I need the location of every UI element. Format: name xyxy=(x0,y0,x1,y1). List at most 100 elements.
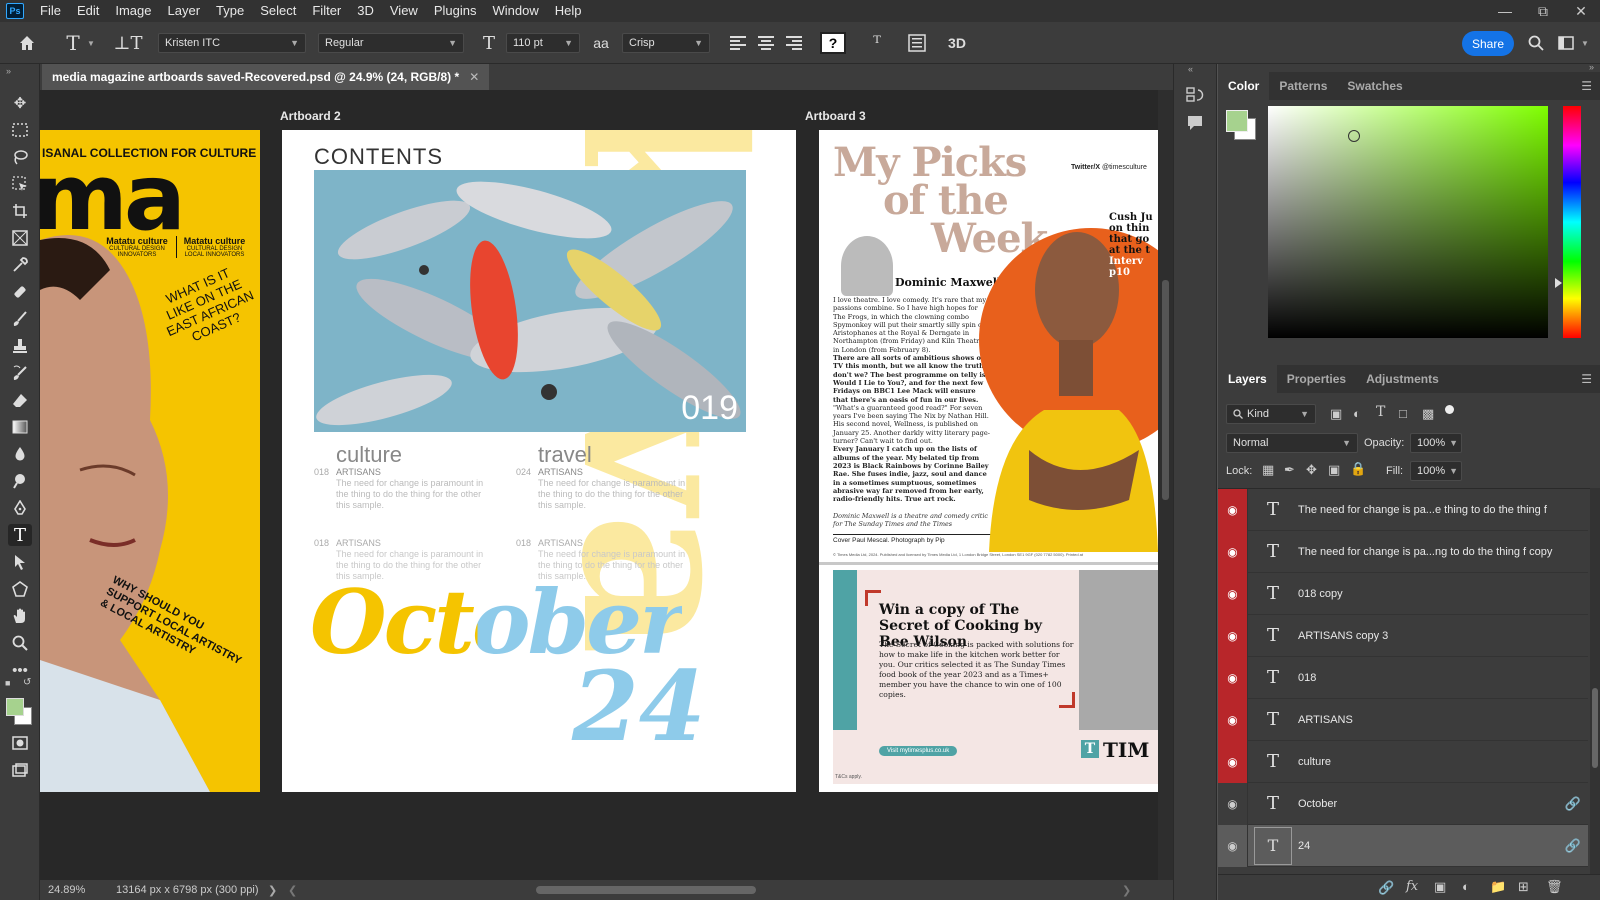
menu-type[interactable]: Type xyxy=(208,0,252,22)
fill-input[interactable]: 100% ▼ xyxy=(1410,461,1462,481)
warp-text-icon[interactable]: ᵀ xyxy=(866,32,888,54)
type-tool-preset-icon[interactable]: T xyxy=(62,31,84,55)
document-tab[interactable]: media magazine artboards saved-Recovered… xyxy=(42,64,490,90)
type-tool-icon[interactable]: T xyxy=(8,524,32,546)
dodge-tool-icon[interactable] xyxy=(8,470,32,492)
zoom-tool-icon[interactable] xyxy=(8,632,32,654)
adjustment-layer-icon[interactable]: ◐ xyxy=(1462,879,1470,894)
tab-properties[interactable]: Properties xyxy=(1277,365,1356,393)
layer-row[interactable]: ◉ T October 🔗 xyxy=(1218,782,1588,825)
eye-icon[interactable]: ◉ xyxy=(1218,824,1248,867)
menu-window[interactable]: Window xyxy=(484,0,546,22)
tab-color[interactable]: Color xyxy=(1218,72,1270,100)
chevron-down-icon[interactable]: ▼ xyxy=(86,38,96,48)
lasso-tool-icon[interactable] xyxy=(8,146,32,168)
status-expand-icon[interactable]: ❯ xyxy=(268,884,277,897)
expand-panels-icon[interactable]: « xyxy=(1188,64,1193,74)
chevron-down-icon[interactable]: ▼ xyxy=(1580,38,1590,48)
menu-filter[interactable]: Filter xyxy=(304,0,349,22)
history-brush-tool-icon[interactable] xyxy=(8,362,32,384)
filter-shape-icon[interactable]: □ xyxy=(1399,406,1407,421)
filter-pixel-icon[interactable]: ▣ xyxy=(1330,406,1342,422)
eyedropper-tool-icon[interactable] xyxy=(8,254,32,276)
eye-icon[interactable]: ◉ xyxy=(1218,782,1248,825)
eye-icon[interactable]: ◉ xyxy=(1218,740,1248,783)
blend-mode-select[interactable]: Normal ▼ xyxy=(1226,433,1358,453)
comments-panel-icon[interactable] xyxy=(1186,114,1204,135)
layers-scrollbar-thumb[interactable] xyxy=(1592,688,1598,768)
hue-slider[interactable] xyxy=(1563,106,1581,338)
eye-icon[interactable]: ◉ xyxy=(1218,656,1248,699)
search-icon[interactable] xyxy=(1526,33,1546,53)
layer-filter-kind[interactable]: Kind ▼ xyxy=(1226,404,1316,424)
tab-swatches[interactable]: Swatches xyxy=(1337,72,1412,100)
lock-artboard-icon[interactable]: ▣ xyxy=(1328,462,1340,478)
layer-row[interactable]: ◉ T ARTISANS copy 3 xyxy=(1218,614,1588,657)
hand-tool-icon[interactable] xyxy=(8,605,32,627)
lock-transparent-icon[interactable]: ▦ xyxy=(1262,462,1274,478)
opacity-input[interactable]: 100% ▼ xyxy=(1410,433,1462,453)
scroll-right-icon[interactable]: ❯ xyxy=(1122,884,1131,897)
artboard-2-label[interactable]: Artboard 2 xyxy=(280,109,341,123)
link-icon[interactable]: 🔗 xyxy=(1558,796,1588,812)
toggle-orientation-icon[interactable]: ⊥T xyxy=(114,32,143,54)
menu-select[interactable]: Select xyxy=(252,0,304,22)
minimize-icon[interactable]: — xyxy=(1486,0,1524,22)
restore-icon[interactable]: ⧉ xyxy=(1524,0,1562,22)
lock-position-icon[interactable]: ✥ xyxy=(1306,462,1317,478)
artboard-3-label[interactable]: Artboard 3 xyxy=(805,109,866,123)
object-selection-tool-icon[interactable] xyxy=(8,173,32,195)
blur-tool-icon[interactable] xyxy=(8,443,32,465)
home-icon[interactable] xyxy=(16,32,38,54)
eye-icon[interactable]: ◉ xyxy=(1218,489,1248,531)
text-color-swatch-icon[interactable]: ? xyxy=(820,32,846,54)
layer-row-selected[interactable]: ◉ T 24 🔗 xyxy=(1218,824,1588,867)
menu-view[interactable]: View xyxy=(382,0,426,22)
link-layers-icon[interactable]: 🔗 xyxy=(1378,880,1394,896)
frame-tool-icon[interactable] xyxy=(8,227,32,249)
collapse-dock-icon[interactable]: » xyxy=(1589,62,1594,72)
layer-row[interactable]: ◉ T ARTISANS xyxy=(1218,698,1588,741)
scrollbar-thumb[interactable] xyxy=(1162,280,1169,500)
character-panel-icon[interactable] xyxy=(906,32,928,54)
move-tool-icon[interactable]: ✥ xyxy=(8,92,32,114)
healing-brush-tool-icon[interactable] xyxy=(8,281,32,303)
filter-toggle-icon[interactable] xyxy=(1445,405,1454,414)
layer-row[interactable]: ◉ T 018 xyxy=(1218,656,1588,699)
color-panel-menu-icon[interactable]: ☰ xyxy=(1581,79,1592,93)
canvas-area[interactable]: Artboard 2 Artboard 3 ISANAL COLLECTION … xyxy=(40,90,1158,880)
lock-all-icon[interactable]: 🔒 xyxy=(1350,461,1366,477)
color-panel-foreground-swatch[interactable] xyxy=(1226,110,1248,132)
eye-icon[interactable]: ◉ xyxy=(1218,530,1248,573)
menu-plugins[interactable]: Plugins xyxy=(426,0,485,22)
quick-mask-icon[interactable] xyxy=(8,732,32,754)
3d-icon[interactable]: 3D xyxy=(944,32,970,54)
layer-row[interactable]: ◉ T The need for change is pa...ng to do… xyxy=(1218,530,1588,573)
align-center-icon[interactable] xyxy=(756,34,776,52)
add-mask-icon[interactable]: ▣ xyxy=(1434,879,1446,895)
eye-icon[interactable]: ◉ xyxy=(1218,614,1248,657)
marquee-tool-icon[interactable] xyxy=(8,119,32,141)
layers-panel-menu-icon[interactable]: ☰ xyxy=(1581,372,1592,386)
layer-row[interactable]: ◉ T 018 copy xyxy=(1218,572,1588,615)
canvas-vertical-scrollbar[interactable] xyxy=(1158,90,1173,880)
artboard-1[interactable]: ISANAL COLLECTION FOR CULTURE ma Matatu … xyxy=(40,130,260,792)
layer-style-icon[interactable]: fx xyxy=(1406,879,1418,894)
new-group-icon[interactable]: 📁 xyxy=(1490,879,1506,895)
color-picker-cursor[interactable] xyxy=(1348,130,1360,142)
menu-3d[interactable]: 3D xyxy=(349,0,382,22)
close-window-icon[interactable]: ✕ xyxy=(1562,0,1600,22)
layers-scrollbar[interactable] xyxy=(1590,488,1600,874)
pen-tool-icon[interactable] xyxy=(8,497,32,519)
swap-colors-icon[interactable]: ↺ xyxy=(23,677,31,688)
menu-edit[interactable]: Edit xyxy=(69,0,107,22)
artboard-3[interactable]: My Picks of the Week Twitter/X @timescul… xyxy=(819,130,1158,792)
filter-type-icon[interactable]: T xyxy=(1376,404,1385,420)
align-right-icon[interactable] xyxy=(784,34,804,52)
history-panel-icon[interactable] xyxy=(1186,86,1204,107)
default-colors-icon[interactable]: ■ xyxy=(5,678,10,688)
font-size-select[interactable]: 110 pt ▼ xyxy=(506,33,580,53)
menu-file[interactable]: File xyxy=(32,0,69,22)
font-style-select[interactable]: Regular ▼ xyxy=(318,33,464,53)
delete-layer-icon[interactable]: 🗑 xyxy=(1546,879,1563,895)
